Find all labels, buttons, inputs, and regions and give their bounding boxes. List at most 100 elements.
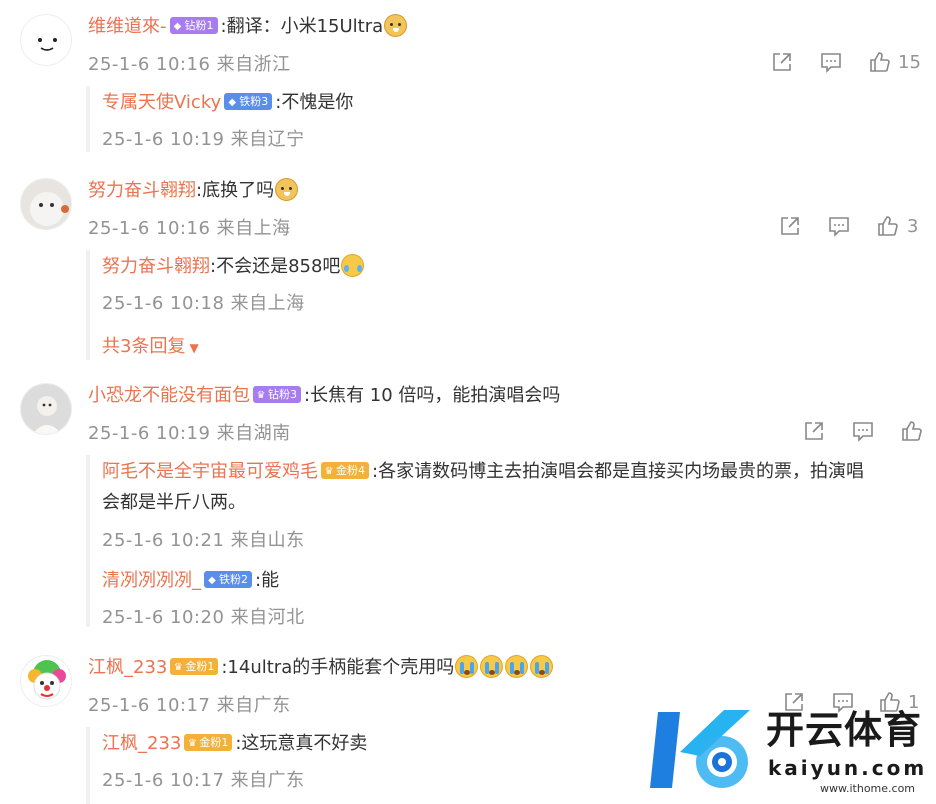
location: 来自浙江 — [216, 54, 291, 75]
reply-body: 清冽冽冽冽_ ◆ 铁粉2:能 — [102, 568, 279, 594]
more-replies-link[interactable]: 共3条回复 ▼ — [102, 332, 199, 358]
reply-body: 努力奋斗翱翔:不会还是858吧 — [102, 253, 365, 280]
reply-divider — [86, 86, 90, 152]
comment-icon[interactable] — [819, 50, 843, 76]
timestamp: 25-1-6 10:18 — [102, 293, 225, 314]
reply-text: :不愧是你 — [275, 92, 354, 113]
crown-icon: ♛ — [256, 390, 266, 401]
share-icon[interactable] — [770, 50, 794, 76]
avatar[interactable] — [20, 14, 72, 66]
doge-emoji-icon — [384, 13, 408, 37]
comment-actions: 15 — [770, 50, 930, 76]
timestamp: 25-1-6 10:17 — [88, 695, 211, 716]
comment-body: 小恐龙不能没有面包 ♛ 钻粉3:长焦有 10 倍吗，能拍演唱会吗 — [88, 383, 560, 409]
location: 来自上海 — [230, 293, 305, 314]
location: 来自辽宁 — [230, 129, 305, 150]
reply-divider — [86, 455, 90, 627]
reply-body-continued: 会都是半斤八两。 — [102, 490, 246, 516]
like-count: 15 — [898, 52, 921, 73]
user-name[interactable]: 清冽冽冽冽_ — [102, 570, 201, 591]
crying-emoji-icon — [530, 654, 554, 678]
watermark-brand: 开云体育 — [766, 708, 923, 752]
timestamp: 25-1-6 10:19 — [88, 423, 211, 444]
comment-icon[interactable] — [851, 419, 875, 445]
location: 来自湖南 — [216, 423, 291, 444]
reply-divider — [86, 250, 90, 360]
location: 来自河北 — [230, 607, 305, 628]
user-name[interactable]: 小恐龙不能没有面包 — [88, 385, 250, 406]
comment-text: :14ultra的手柄能套个壳用吗 — [221, 657, 455, 678]
timestamp: 25-1-6 10:19 — [102, 129, 225, 150]
reply-meta: 25-1-6 10:17 来自广东 — [102, 766, 305, 792]
comment-actions: 3 — [778, 214, 930, 240]
user-name[interactable]: 江枫_233 — [102, 733, 181, 754]
reply-divider — [86, 727, 90, 804]
crying-emoji-icon — [480, 654, 504, 678]
reply-text: :能 — [255, 570, 280, 591]
location: 来自广东 — [216, 695, 291, 716]
reply-body: 阿毛不是全宇宙最可爱鸡毛 ♛ 金粉4:各家请数码博主去拍演唱会都是直接买内场最贵的票… — [102, 459, 864, 485]
timestamp: 25-1-6 10:16 — [88, 218, 211, 239]
reply-meta: 25-1-6 10:19 来自辽宁 — [102, 125, 305, 151]
reply-text: :这玩意真不好卖 — [235, 733, 368, 754]
reply-text: :各家请数码博主去拍演唱会都是直接买内场最贵的票，拍演唱 — [372, 461, 865, 482]
brand-logo-icon — [650, 710, 750, 788]
comment-text: :翻译：小米15Ultra — [220, 16, 384, 37]
reply-meta: 25-1-6 10:21 来自山东 — [102, 526, 305, 552]
reply-text-line2: 会都是半斤八两。 — [102, 492, 246, 513]
user-name[interactable]: 维维道來- — [88, 16, 167, 37]
reply-body: 专属天使Vicky ◆ 铁粉3:不愧是你 — [102, 90, 353, 116]
crown-icon: ♛ — [324, 466, 334, 477]
crown-icon: ♛ — [187, 738, 197, 749]
user-name[interactable]: 江枫_233 — [88, 657, 167, 678]
user-name[interactable]: 阿毛不是全宇宙最可爱鸡毛 — [102, 461, 318, 482]
fan-badge: ♛ 钻粉3 — [253, 386, 301, 403]
reply-meta: 25-1-6 10:20 来自河北 — [102, 603, 305, 629]
like-icon[interactable] — [868, 50, 892, 76]
comment-meta: 25-1-6 10:19 来自湖南 — [88, 419, 291, 445]
comment-meta: 25-1-6 10:16 来自上海 — [88, 214, 291, 240]
reply-text: :不会还是858吧 — [210, 256, 341, 277]
crying-emoji-icon — [455, 654, 479, 678]
user-name[interactable]: 努力奋斗翱翔 — [88, 180, 196, 201]
watermark-small: www.ithome.com — [820, 782, 916, 795]
watermark-domain: kaiyun.com — [768, 756, 928, 780]
avatar[interactable] — [20, 383, 72, 435]
comment-body: 江枫_233 ♛ 金粉1:14ultra的手柄能套个壳用吗 — [88, 654, 554, 681]
crying-emoji-icon — [505, 654, 529, 678]
reply-meta: 25-1-6 10:18 来自上海 — [102, 289, 305, 315]
like-count: 3 — [907, 216, 919, 237]
chevron-down-icon: ▼ — [189, 341, 199, 355]
location: 来自广东 — [230, 770, 305, 791]
user-name[interactable]: 努力奋斗翱翔 — [102, 256, 210, 277]
comment-body: 维维道來- ◆ 钻粉1:翻译：小米15Ultra — [88, 13, 408, 40]
reply-body: 江枫_233 ♛ 金粉1:这玩意真不好卖 — [102, 731, 367, 757]
diamond-icon: ◆ — [228, 97, 237, 108]
share-icon[interactable] — [802, 419, 826, 445]
location: 来自山东 — [230, 530, 305, 551]
doge-emoji-icon — [275, 177, 299, 201]
timestamp: 25-1-6 10:20 — [102, 607, 225, 628]
watermark-logo: 开云体育 kaiyun.com www.ithome.com — [650, 700, 930, 800]
comment-text: :长焦有 10 倍吗，能拍演唱会吗 — [304, 385, 561, 406]
like-icon[interactable] — [876, 214, 900, 240]
comment-body: 努力奋斗翱翔:底换了吗 — [88, 177, 299, 204]
fan-badge: ◆ 铁粉2 — [204, 571, 252, 588]
fan-badge: ◆ 钻粉1 — [169, 17, 218, 34]
avatar[interactable] — [20, 655, 72, 707]
fan-badge: ♛ 金粉1 — [170, 658, 219, 675]
timestamp: 25-1-6 10:21 — [102, 530, 225, 551]
comment-icon[interactable] — [827, 214, 851, 240]
timestamp: 25-1-6 10:17 — [102, 770, 225, 791]
comment-meta: 25-1-6 10:17 来自广东 — [88, 691, 291, 717]
avatar[interactable] — [20, 178, 72, 230]
share-icon[interactable] — [778, 214, 802, 240]
comment-actions — [802, 419, 930, 445]
fan-badge: ♛ 金粉1 — [184, 734, 233, 751]
diamond-icon: ◆ — [173, 21, 182, 32]
like-icon[interactable] — [900, 419, 924, 445]
comment-meta: 25-1-6 10:16 来自浙江 — [88, 50, 291, 76]
user-name[interactable]: 专属天使Vicky — [102, 92, 221, 113]
fan-badge: ◆ 铁粉3 — [224, 93, 273, 110]
comment-text: :底换了吗 — [196, 180, 275, 201]
